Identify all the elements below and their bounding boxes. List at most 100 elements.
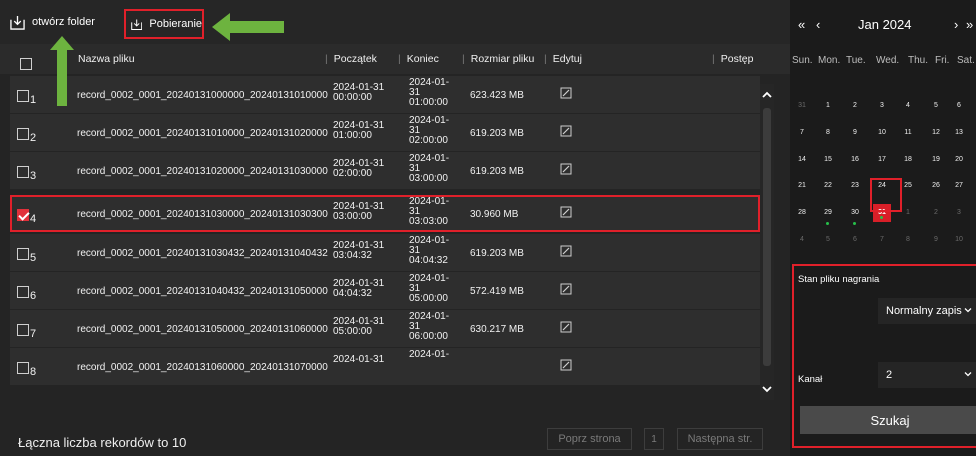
calendar-day[interactable]: 22 [819, 182, 837, 189]
prev-year-button[interactable]: « [798, 17, 805, 32]
row-number: 3 [30, 170, 37, 182]
edit-icon[interactable] [560, 87, 572, 99]
channel-select[interactable]: 2 [878, 362, 976, 388]
column-header-end[interactable]: Koniec [398, 53, 439, 65]
day-number: 13 [955, 129, 963, 136]
download-button[interactable]: Pobieranie [124, 9, 204, 39]
calendar-day[interactable]: 26 [927, 182, 945, 189]
next-page-button[interactable]: Następna str. [677, 428, 763, 450]
calendar-day[interactable]: 2 [927, 209, 945, 216]
row-checkbox[interactable] [17, 324, 29, 336]
row-checkbox[interactable] [17, 248, 29, 260]
end-clock: 05:00:00 [409, 293, 448, 304]
calendar-day[interactable]: 7 [873, 236, 891, 243]
total-records-label: Łączna liczba rekordów to 10 [18, 435, 187, 450]
calendar-day[interactable]: 8 [899, 236, 917, 243]
table-row[interactable]: 6 record_0002_0001_20240131040432_2024013… [10, 272, 760, 309]
calendar-day[interactable]: 5 [819, 236, 837, 243]
calendar-day[interactable]: 3 [873, 102, 891, 109]
record-state-select[interactable]: Normalny zapis [878, 298, 976, 324]
calendar-day[interactable]: 15 [819, 156, 837, 163]
calendar-day[interactable]: 27 [950, 182, 968, 189]
table-row[interactable]: 8 record_0002_0001_20240131060000_2024013… [10, 348, 760, 385]
chevron-down-icon[interactable] [762, 384, 772, 394]
edit-icon[interactable] [560, 321, 572, 333]
calendar-day[interactable]: 9 [846, 129, 864, 136]
calendar-day[interactable]: 5 [927, 102, 945, 109]
end-date-part1: 2024-01- [409, 349, 450, 360]
calendar-day[interactable]: 9 [927, 236, 945, 243]
column-header-name[interactable]: Nazwa pliku [78, 53, 135, 65]
row-checkbox[interactable] [17, 166, 29, 178]
calendar-day[interactable]: 17 [873, 156, 891, 163]
edit-icon[interactable] [560, 245, 572, 257]
calendar-day[interactable]: 19 [927, 156, 945, 163]
row-checkbox[interactable] [17, 362, 29, 374]
next-year-button[interactable]: » [966, 17, 973, 32]
calendar-day[interactable]: 4 [899, 102, 917, 109]
calendar-day[interactable]: 30 [846, 209, 864, 225]
select-all-checkbox[interactable] [20, 58, 32, 70]
column-header-size[interactable]: Rozmiar pliku [462, 53, 535, 65]
calendar-day[interactable]: 18 [899, 156, 917, 163]
chevron-up-icon[interactable] [762, 90, 772, 100]
table-row[interactable]: 7 record_0002_0001_20240131050000_2024013… [10, 310, 760, 347]
edit-icon[interactable] [560, 125, 572, 137]
calendar-day[interactable]: 21 [793, 182, 811, 189]
scrollbar-thumb[interactable] [763, 108, 771, 366]
calendar-day[interactable]: 23 [846, 182, 864, 189]
calendar-day[interactable]: 11 [899, 129, 917, 136]
calendar-day[interactable]: 16 [846, 156, 864, 163]
calendar-day[interactable]: 10 [873, 129, 891, 136]
file-name: record_0002_0001_20240131060000_20240131… [77, 362, 328, 373]
calendar-day[interactable]: 20 [950, 156, 968, 163]
calendar-day[interactable]: 1 [819, 102, 837, 109]
chevron-down-icon [964, 308, 972, 313]
next-month-button[interactable]: › [954, 17, 958, 32]
start-clock: 00:00:00 [333, 92, 372, 103]
table-row[interactable]: 5 record_0002_0001_20240131030432_2024013… [10, 234, 760, 271]
row-checkbox[interactable] [17, 90, 29, 102]
edit-icon[interactable] [560, 359, 572, 371]
end-time: 2024-01- [409, 350, 449, 360]
column-header-start[interactable]: Początek [325, 53, 377, 65]
file-name: record_0002_0001_20240131020000_20240131… [77, 166, 328, 177]
calendar-day[interactable]: 13 [950, 129, 968, 136]
calendar-day[interactable]: 8 [819, 129, 837, 136]
table-row[interactable]: 4 record_0002_0001_20240131030000_2024013… [10, 195, 760, 232]
calendar-day[interactable]: 4 [793, 236, 811, 243]
edit-icon[interactable] [560, 283, 572, 295]
search-button[interactable]: Szukaj [800, 406, 976, 434]
edit-icon[interactable] [560, 163, 572, 175]
edit-icon[interactable] [560, 206, 572, 218]
calendar-day[interactable]: 2 [846, 102, 864, 109]
end-time: 2024-01- 31 03:03:00 [409, 197, 449, 227]
column-header-progress[interactable]: Postęp [712, 53, 754, 65]
table-row[interactable]: 3 record_0002_0001_20240131020000_2024013… [10, 152, 760, 189]
prev-month-button[interactable]: ‹ [816, 17, 820, 32]
end-clock: 03:03:00 [409, 216, 448, 227]
vertical-scrollbar[interactable] [760, 84, 774, 400]
calendar-day[interactable]: 7 [793, 129, 811, 136]
row-checkbox[interactable] [17, 209, 29, 221]
row-number: 4 [30, 213, 37, 225]
up-arrow-annotation [50, 36, 74, 106]
calendar-day[interactable]: 29 [819, 209, 837, 225]
row-checkbox[interactable] [17, 286, 29, 298]
calendar-day[interactable]: 6 [846, 236, 864, 243]
row-checkbox[interactable] [17, 128, 29, 140]
prev-page-button[interactable]: Poprz strona [547, 428, 632, 450]
table-row[interactable]: 2 record_0002_0001_20240131010000_2024013… [10, 114, 760, 151]
calendar-day[interactable]: 10 [950, 236, 968, 243]
column-header-edit[interactable]: Edytuj [544, 53, 582, 65]
calendar-day[interactable]: 12 [927, 129, 945, 136]
day-number: 5 [826, 236, 830, 243]
calendar-day[interactable]: 6 [950, 102, 968, 109]
calendar-day[interactable]: 31 [793, 102, 811, 109]
calendar-day[interactable]: 14 [793, 156, 811, 163]
calendar-day[interactable]: 3 [950, 209, 968, 216]
page-number[interactable]: 1 [644, 428, 664, 450]
calendar-day[interactable]: 28 [793, 209, 811, 216]
table-row[interactable]: 1 record_0002_0001_20240131000000_2024013… [10, 76, 760, 113]
open-folder-button[interactable]: otwórz folder [10, 10, 95, 34]
